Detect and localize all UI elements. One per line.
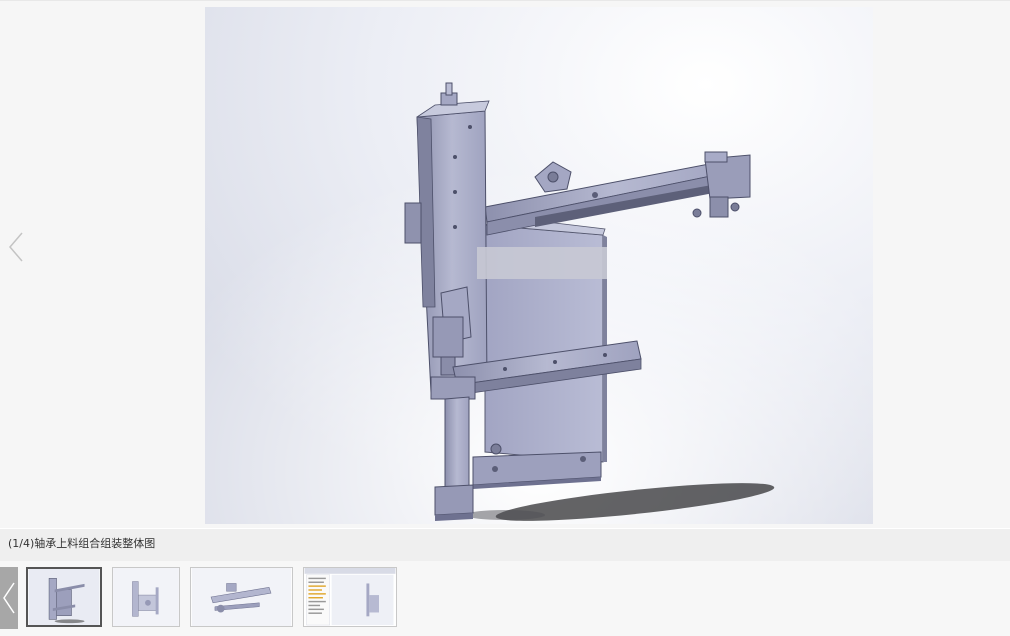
thumbnail-strip xyxy=(0,561,1010,636)
chevron-left-icon xyxy=(3,582,15,614)
image-viewer xyxy=(0,0,1010,528)
thumbnail-2[interactable] xyxy=(112,567,180,627)
chevron-left-icon xyxy=(9,232,23,262)
thumbnail-4[interactable] xyxy=(303,567,397,627)
main-cad-image xyxy=(205,7,873,524)
thumbnail-3[interactable] xyxy=(190,567,293,627)
thumbnail-1[interactable] xyxy=(26,567,102,627)
thumbnail-image xyxy=(304,568,396,626)
cad-assembly-render xyxy=(205,7,873,524)
thumb-prev-button[interactable] xyxy=(0,567,18,629)
thumbnail-image xyxy=(28,569,100,625)
thumbnail-image xyxy=(191,568,292,626)
prev-image-button[interactable] xyxy=(4,227,28,267)
thumbnail-image xyxy=(113,568,179,626)
caption-bar: (1/4)轴承上料组合组装整体图 xyxy=(0,529,1010,561)
image-caption: (1/4)轴承上料组合组装整体图 xyxy=(8,537,156,550)
